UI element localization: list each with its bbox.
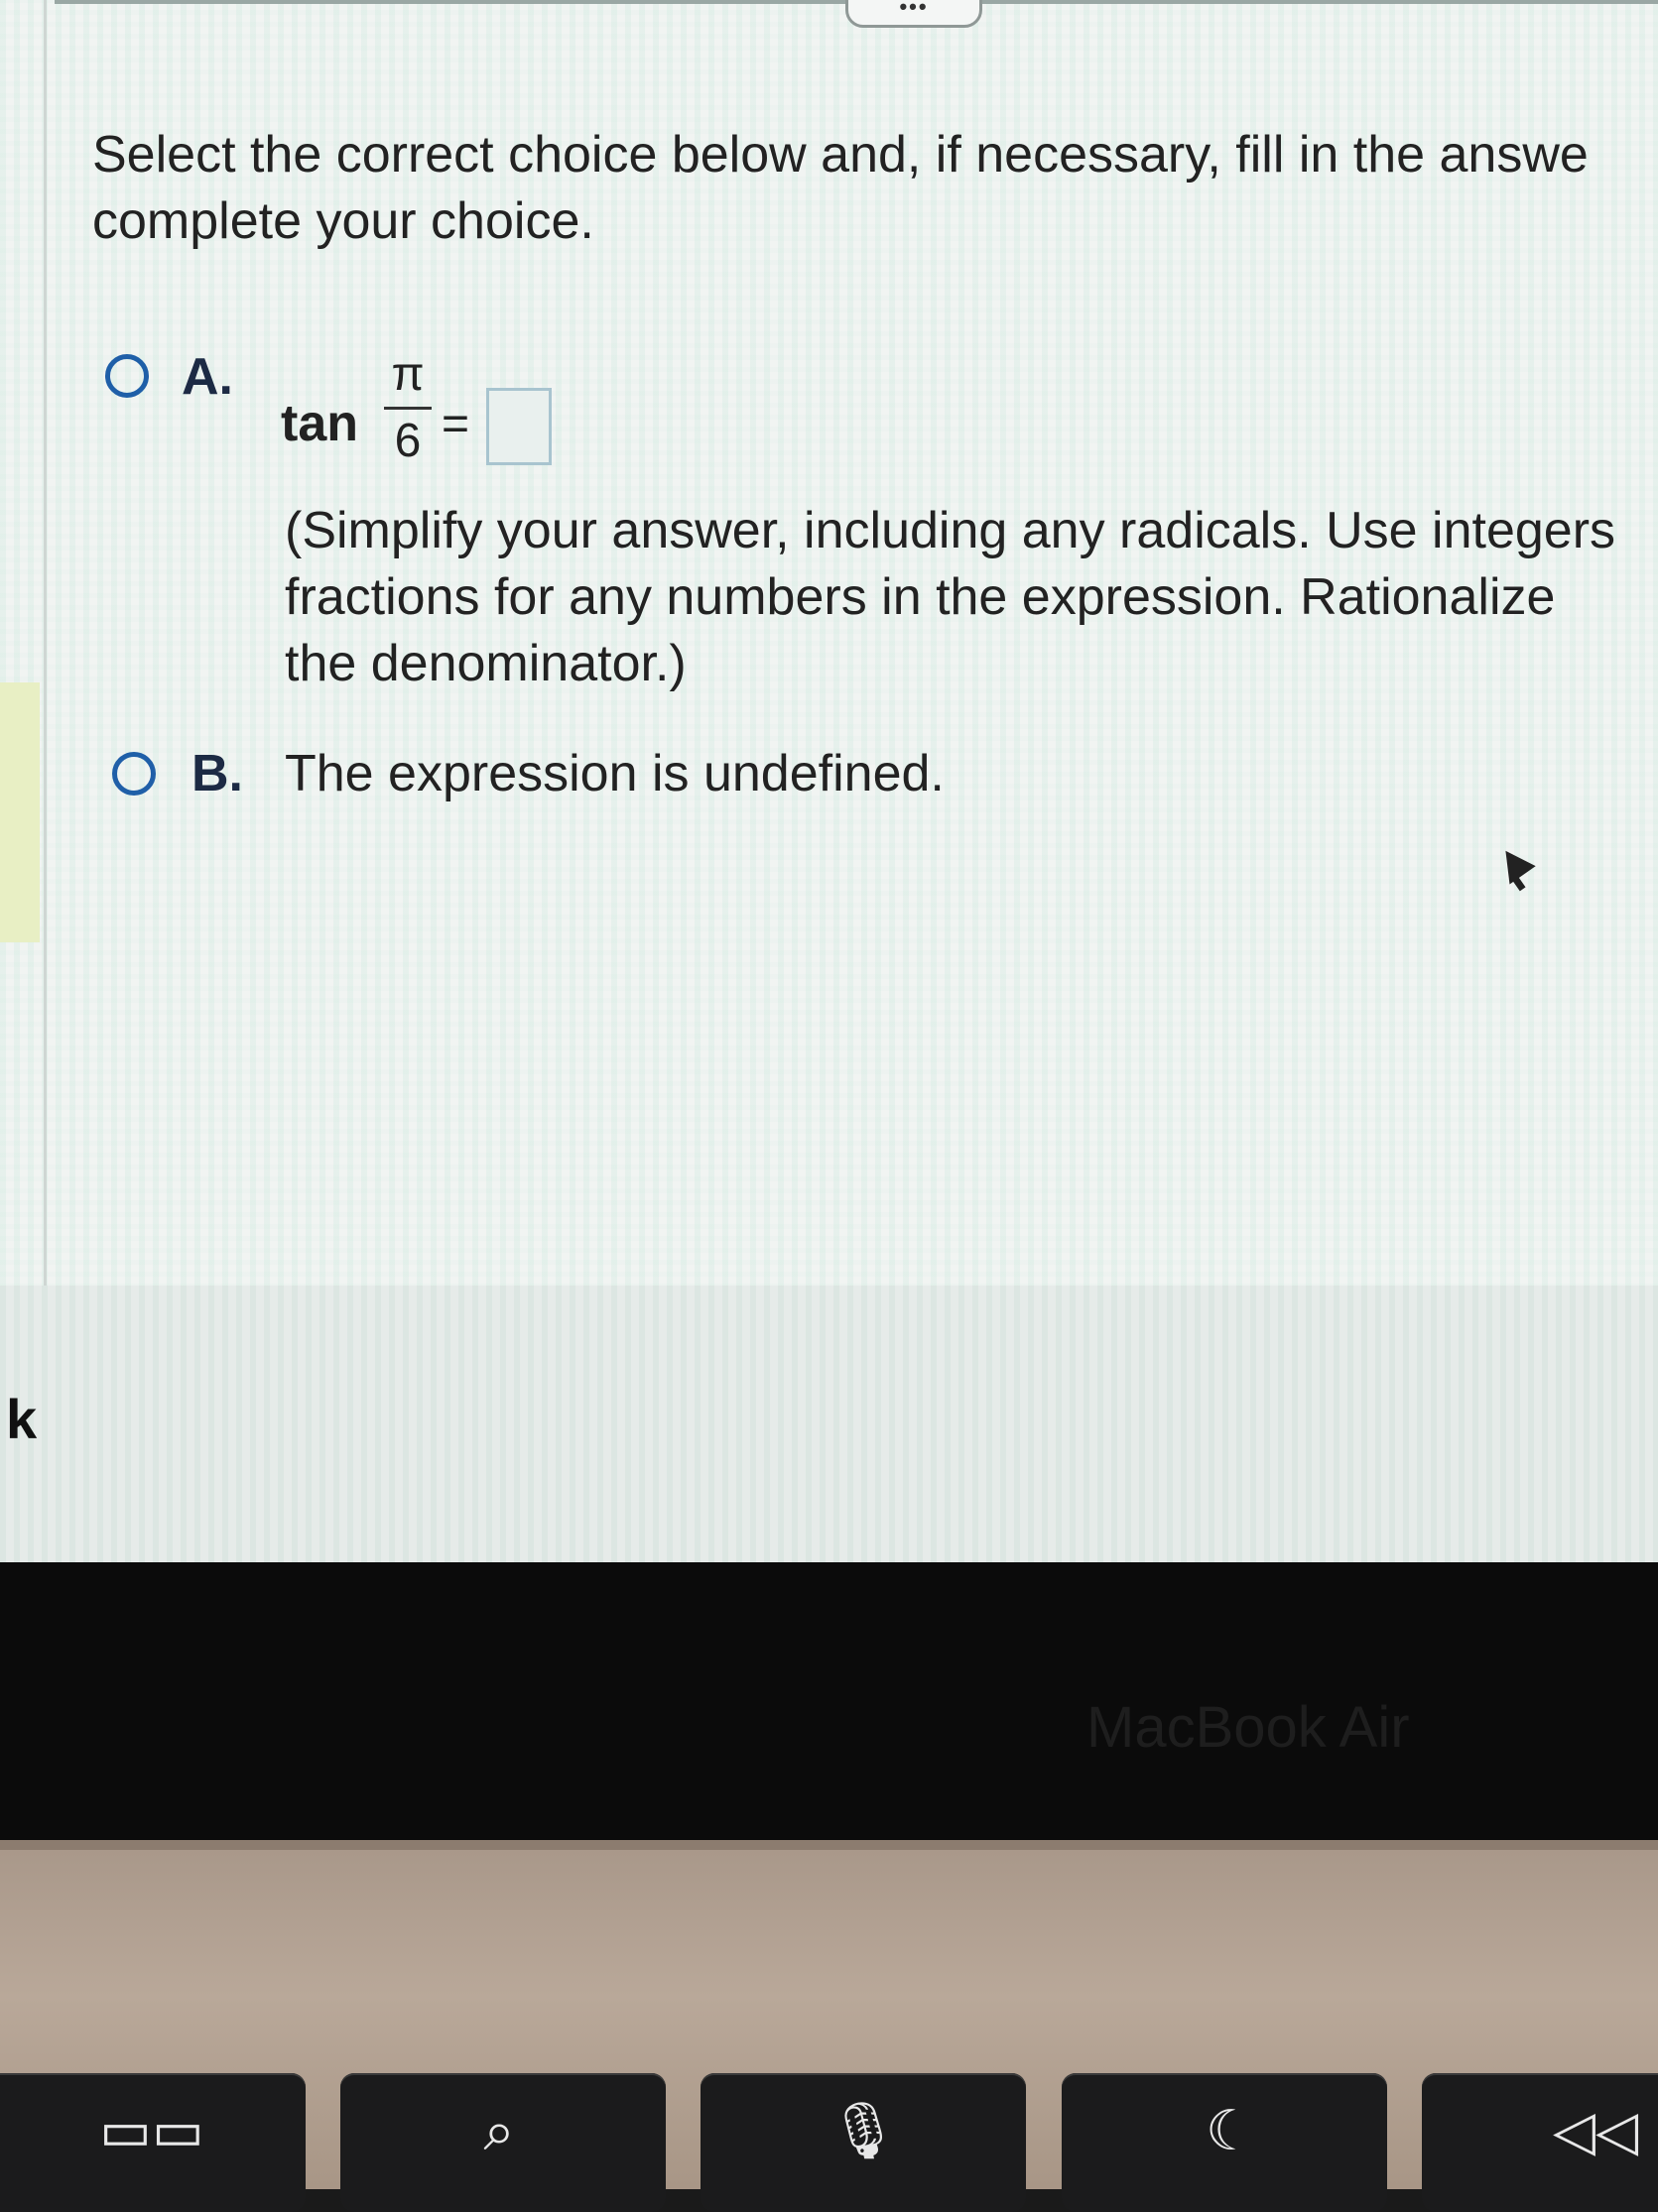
choice-b-radio[interactable] xyxy=(112,752,156,796)
choice-a-radio[interactable] xyxy=(105,354,149,398)
screen: ••• Select the correct choice below and,… xyxy=(0,0,1658,1562)
fraction-denominator: 6 xyxy=(394,415,422,467)
choice-a-letter[interactable]: A. xyxy=(182,347,233,407)
hinge xyxy=(0,1840,1658,1850)
laptop-brand-label: MacBook Air xyxy=(1086,1695,1410,1760)
lower-panel xyxy=(0,1286,1658,1562)
search-icon: ⌕ xyxy=(483,2099,515,2161)
fraction-bar xyxy=(384,407,432,410)
choice-a-hint: (Simplify your answer, including any rad… xyxy=(285,502,1616,692)
tan-function: tan xyxy=(281,395,358,452)
fraction-numerator: π xyxy=(391,348,425,401)
side-text: k xyxy=(6,1388,38,1450)
question-instructions: Select the correct choice below and, if … xyxy=(92,126,1589,250)
equals-sign: = xyxy=(442,398,470,450)
side-panel-highlight xyxy=(0,682,40,942)
choice-b-text[interactable]: The expression is undefined. xyxy=(285,744,945,803)
fraction: π 6 xyxy=(380,347,436,469)
mission-control-icon: ▭▭ xyxy=(99,2099,204,2161)
microphone-icon: 🎙 xyxy=(828,2099,899,2161)
moon-icon: ☾ xyxy=(1205,2099,1256,2161)
rewind-icon: ◁◁ xyxy=(1553,2099,1639,2161)
answer-input[interactable] xyxy=(486,388,552,465)
choice-b-letter[interactable]: B. xyxy=(191,744,243,803)
